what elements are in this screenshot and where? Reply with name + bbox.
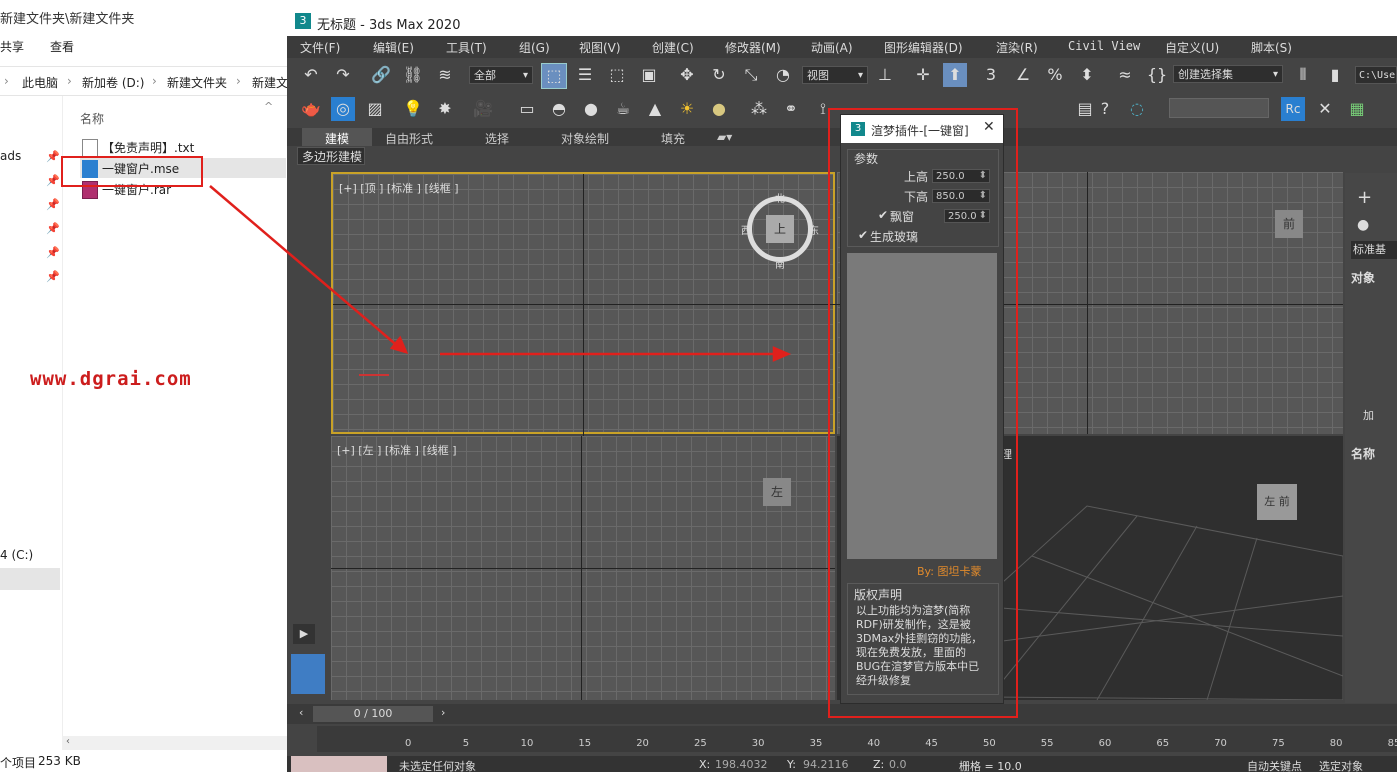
annotation-arrows — [209, 185, 792, 362]
highlight-box-dialog — [828, 108, 1018, 718]
